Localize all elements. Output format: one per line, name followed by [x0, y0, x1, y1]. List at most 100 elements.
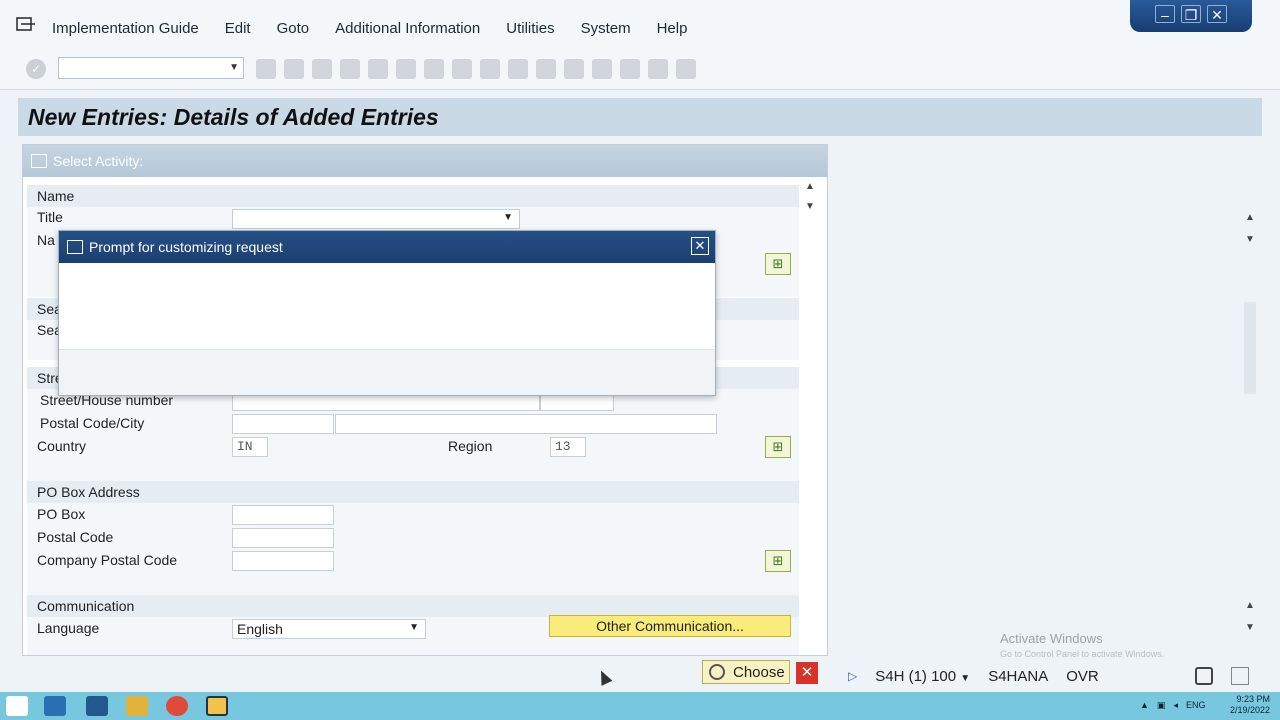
- network-icon[interactable]: ▣: [1157, 700, 1166, 711]
- shortcut-icon[interactable]: [620, 59, 640, 79]
- customizing-request-dialog: Prompt for customizing request ✕: [58, 230, 716, 396]
- play-icon[interactable]: ▷: [848, 669, 857, 683]
- sap-logon-icon[interactable]: [206, 696, 228, 716]
- chrome-icon[interactable]: [166, 696, 188, 716]
- system-info[interactable]: S4H (1) 100 ▼: [875, 668, 970, 685]
- menu-edit[interactable]: Edit: [225, 20, 251, 37]
- watermark-line1: Activate Windows: [1000, 631, 1103, 646]
- clock[interactable]: 9:23 PM 2/19/2022: [1230, 694, 1270, 716]
- menu-icon[interactable]: [16, 16, 36, 32]
- language-select[interactable]: English ▼: [232, 619, 426, 639]
- find-next-icon[interactable]: [452, 59, 472, 79]
- back-nav-icon[interactable]: [312, 59, 332, 79]
- scroll-down-icon[interactable]: ▼: [1245, 622, 1255, 633]
- print-icon[interactable]: [396, 59, 416, 79]
- last-page-icon[interactable]: [564, 59, 584, 79]
- scroll-up-icon[interactable]: ▲: [1245, 600, 1255, 611]
- section-pobox: PO Box Address PO Box Postal Code Compan…: [27, 481, 799, 597]
- language-indicator[interactable]: ENG: [1186, 700, 1206, 711]
- section-communication: Communication Language English ▼: [27, 595, 799, 655]
- back-icon[interactable]: [256, 59, 276, 79]
- panel-scrollbar[interactable]: ▲ ▼: [803, 181, 817, 651]
- cancel-button[interactable]: ✕: [796, 662, 818, 684]
- title-select[interactable]: ▼: [232, 209, 520, 229]
- pobox-postal-input[interactable]: [232, 528, 334, 548]
- scroll-down-icon[interactable]: ▼: [1245, 234, 1255, 245]
- command-field[interactable]: ▼: [58, 57, 244, 79]
- enter-check-icon[interactable]: ✓: [26, 59, 46, 79]
- dialog-header: Prompt for customizing request: [59, 231, 715, 263]
- expand-icon[interactable]: ⊞: [765, 550, 791, 572]
- expand-icon[interactable]: ⊞: [765, 436, 791, 458]
- menu-implementation-guide[interactable]: Implementation Guide: [52, 20, 199, 37]
- expand-icon[interactable]: ⊞: [765, 253, 791, 275]
- window-controls: – ❐ ✕: [1130, 0, 1252, 32]
- close-window-icon[interactable]: ✕: [1207, 5, 1227, 23]
- panel-header: Select Activity:: [23, 145, 827, 177]
- scroll-up-icon[interactable]: ▲: [805, 181, 815, 192]
- cancel-icon[interactable]: [368, 59, 388, 79]
- menu-system[interactable]: System: [581, 20, 631, 37]
- exit-icon[interactable]: [340, 59, 360, 79]
- new-session-icon[interactable]: [592, 59, 612, 79]
- section-title: Communication: [27, 595, 799, 617]
- file-explorer-icon[interactable]: [126, 696, 148, 716]
- connection-icon: [1117, 667, 1177, 685]
- pobox-postal-label: Postal Code: [37, 529, 114, 545]
- postal-code-input[interactable]: [232, 414, 334, 434]
- chevron-down-icon[interactable]: ▼: [960, 673, 970, 684]
- previous-page-icon[interactable]: [508, 59, 528, 79]
- start-icon[interactable]: [6, 696, 28, 716]
- windows-taskbar: ▲ ▣ ◂ ENG 9:23 PM 2/19/2022: [0, 692, 1280, 720]
- insert-mode: OVR: [1066, 667, 1099, 685]
- menu-help[interactable]: Help: [657, 20, 688, 37]
- lock-icon[interactable]: [1194, 667, 1213, 685]
- menu-additional-information[interactable]: Additional Information: [335, 20, 480, 37]
- layout-icon[interactable]: [676, 59, 696, 79]
- language-value: English: [237, 621, 283, 637]
- server-manager-icon[interactable]: [44, 696, 66, 716]
- title-label: Title: [37, 209, 63, 225]
- scroll-up-icon[interactable]: ▲: [1245, 212, 1255, 223]
- minimize-icon[interactable]: –: [1155, 5, 1175, 23]
- maximize-icon[interactable]: ❐: [1181, 5, 1201, 23]
- powershell-icon[interactable]: [86, 696, 108, 716]
- activate-windows-watermark: Activate Windows Go to Control Panel to …: [1000, 631, 1164, 659]
- language-label: Language: [37, 620, 100, 636]
- name-label: Na: [37, 232, 55, 248]
- dialog-footer: [59, 349, 715, 395]
- watermark-line2: Go to Control Panel to activate Windows.: [1000, 649, 1165, 659]
- country-input[interactable]: IN: [232, 437, 268, 457]
- volume-icon[interactable]: ◂: [1173, 700, 1178, 711]
- chevron-up-icon[interactable]: ▲: [1140, 700, 1149, 711]
- other-communication-button[interactable]: Other Communication...: [549, 615, 791, 637]
- dialog-title: Prompt for customizing request: [89, 239, 283, 255]
- region-input[interactable]: 13: [550, 437, 586, 457]
- chevron-down-icon[interactable]: ▼: [229, 62, 239, 73]
- close-icon[interactable]: ✕: [691, 237, 709, 255]
- panel-icon: [31, 154, 47, 168]
- pobox-label: PO Box: [37, 506, 86, 522]
- layout-icon[interactable]: [1230, 667, 1249, 685]
- save-icon[interactable]: [284, 59, 304, 79]
- chevron-down-icon[interactable]: ▼: [409, 622, 419, 633]
- city-input[interactable]: [335, 414, 717, 434]
- dialog-icon: [67, 240, 83, 254]
- scroll-thumb[interactable]: [1244, 302, 1256, 394]
- help-icon[interactable]: [648, 59, 668, 79]
- next-page-icon[interactable]: [536, 59, 556, 79]
- menu-utilities[interactable]: Utilities: [506, 20, 554, 37]
- clock-time: 9:23 PM: [1236, 694, 1270, 704]
- section-title: PO Box Address: [27, 481, 799, 503]
- toolbar: ✓ ▼: [0, 56, 1280, 90]
- first-page-icon[interactable]: [480, 59, 500, 79]
- system-tray: ▲ ▣ ◂ ENG: [1140, 700, 1205, 711]
- menu-goto[interactable]: Goto: [277, 20, 310, 37]
- pobox-input[interactable]: [232, 505, 334, 525]
- right-scrollbar[interactable]: ▲ ▼ ▲ ▼: [1241, 212, 1259, 642]
- company-postal-input[interactable]: [232, 551, 334, 571]
- scroll-down-icon[interactable]: ▼: [805, 201, 815, 212]
- choose-button[interactable]: Choose: [702, 660, 790, 684]
- chevron-down-icon[interactable]: ▼: [503, 212, 513, 223]
- find-icon[interactable]: [424, 59, 444, 79]
